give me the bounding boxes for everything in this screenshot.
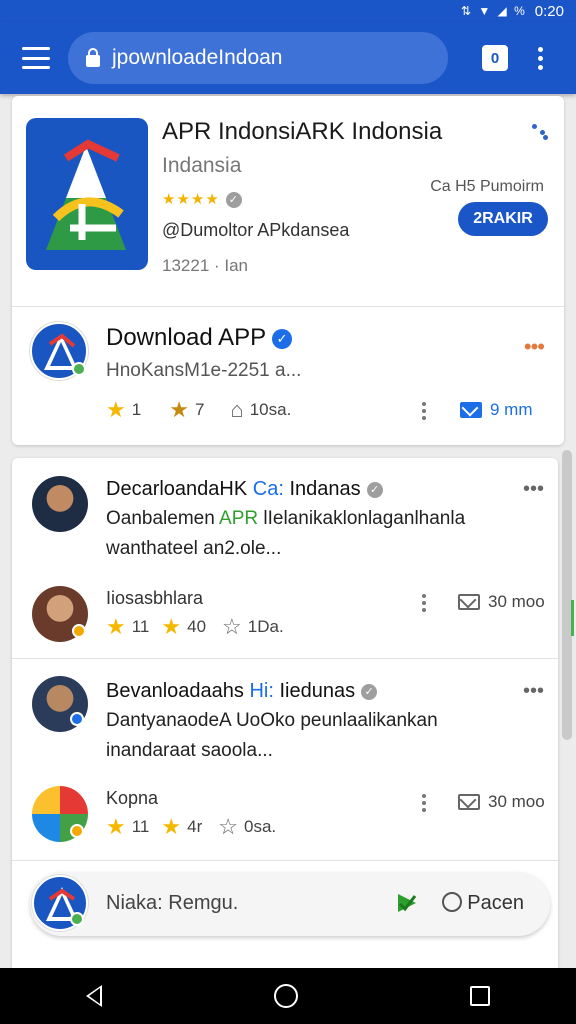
app-title: APR IndonsiARK Indonsia xyxy=(162,118,443,145)
star-icon: ★ xyxy=(106,614,126,639)
verified-icon: ✓ xyxy=(366,481,383,498)
mail-icon xyxy=(460,402,482,418)
reply-name[interactable]: Iiosasbhlara xyxy=(106,588,203,609)
status-time: 0:20 xyxy=(534,2,564,20)
divider xyxy=(12,306,564,307)
message-count[interactable]: 9 mm xyxy=(460,400,533,420)
comment-bar[interactable]: Niaka: Remgu. Pacen xyxy=(30,872,550,936)
verified-icon: ✓ xyxy=(272,328,293,349)
more-icon[interactable]: ••• xyxy=(524,334,545,360)
reply-name[interactable]: Kopna xyxy=(106,788,158,809)
mail-icon xyxy=(458,794,480,810)
url-text: jpownloadeIndoan xyxy=(112,46,283,69)
download-title[interactable]: Download APP ✓ xyxy=(106,324,293,352)
share-icon[interactable] xyxy=(532,124,548,140)
star-icon: ★ xyxy=(161,814,182,839)
star-icon: ★ xyxy=(106,814,126,839)
more-icon[interactable]: ••• xyxy=(523,478,544,501)
open-button[interactable]: Pacen xyxy=(467,892,524,915)
rating-stars: ★★★★ ✓ xyxy=(162,190,242,209)
browser-toolbar: jpownloadeIndoan 0 xyxy=(0,22,576,94)
more-vert-icon[interactable] xyxy=(422,402,426,423)
price-label: Ca H5 Pumoirm xyxy=(430,178,544,195)
reply-stats: ★ 11 ★ 4r ☆ 0sa. xyxy=(106,814,277,839)
post-body-line1: DantyanaodeA UoOko peunlaalikankan xyxy=(106,710,438,731)
home-icon[interactable] xyxy=(274,984,298,1008)
verified-icon: ✓ xyxy=(361,683,378,700)
status-icons: ⇅ ▼ ◢ % xyxy=(460,4,527,18)
status-bar: ⇅ ▼ ◢ % 0:20 xyxy=(0,0,576,22)
post-title[interactable]: Bevanloadaahs Hi: Iiedunas ✓ xyxy=(106,680,378,703)
download-stats: ★ 1 ★ 7 ⌂ 10sa. xyxy=(106,397,292,422)
more-vert-icon[interactable] xyxy=(422,594,426,615)
online-badge-icon xyxy=(72,362,86,376)
menu-icon[interactable] xyxy=(22,47,50,69)
more-icon[interactable]: ••• xyxy=(523,680,544,703)
chat-icon[interactable] xyxy=(442,892,462,912)
app-logo xyxy=(26,118,148,270)
scrollbar-thumb[interactable] xyxy=(562,450,572,740)
scroll-indicator xyxy=(571,600,574,636)
badge-icon xyxy=(72,624,86,638)
badge-icon xyxy=(70,712,84,726)
reply-stats: ★ 11 ★ 40 ☆ 1Da. xyxy=(106,614,284,639)
star-icon: ★ xyxy=(169,397,189,422)
mail-icon xyxy=(458,594,480,610)
flag-icon[interactable] xyxy=(396,892,418,914)
star-outline-icon: ☆ xyxy=(218,814,238,839)
back-icon[interactable] xyxy=(86,985,102,1007)
verified-icon: ✓ xyxy=(225,192,242,209)
home-outline-icon: ⌂ xyxy=(230,397,244,422)
install-button[interactable]: 2RAKIR xyxy=(458,202,548,236)
divider xyxy=(12,860,558,861)
post-body-line2: inandaraat saoola... xyxy=(106,740,273,761)
url-bar[interactable]: jpownloadeIndoan xyxy=(68,32,448,84)
download-subtitle: HnoKansM1e-2251 a... xyxy=(106,360,302,381)
post-title[interactable]: DecarloandaHK Ca: Indanas ✓ xyxy=(106,478,383,501)
star-icon: ★ xyxy=(161,614,182,639)
badge-icon xyxy=(70,824,84,838)
star-outline-icon: ☆ xyxy=(222,614,242,639)
overflow-menu-icon[interactable] xyxy=(538,46,543,70)
message-count[interactable]: 30 moo xyxy=(458,592,545,612)
user-avatar[interactable] xyxy=(32,476,88,532)
developer-name[interactable]: @Dumoltor APkdansea xyxy=(162,220,349,241)
post-body-line1: Oanbalemen APR lIelanikaklonlaganlhanla xyxy=(106,508,466,529)
divider xyxy=(12,658,558,659)
app-card: APR IndonsiARK Indonsia Indansia ★★★★ ✓ C… xyxy=(12,96,564,445)
post-body-line2: wanthateel an2.ole... xyxy=(106,538,282,559)
tab-switcher-button[interactable]: 0 xyxy=(482,45,508,71)
more-vert-icon[interactable] xyxy=(422,794,426,815)
system-nav-bar xyxy=(0,968,576,1024)
online-badge-icon xyxy=(70,912,84,926)
comment-input[interactable]: Niaka: Remgu. xyxy=(106,892,238,915)
app-subtitle: Indansia xyxy=(162,154,242,177)
release-date: 13221 · Ian xyxy=(162,256,249,275)
recents-icon[interactable] xyxy=(470,986,490,1006)
lock-icon xyxy=(86,47,100,67)
star-icon: ★ xyxy=(106,397,126,422)
message-count[interactable]: 30 moo xyxy=(458,792,545,812)
